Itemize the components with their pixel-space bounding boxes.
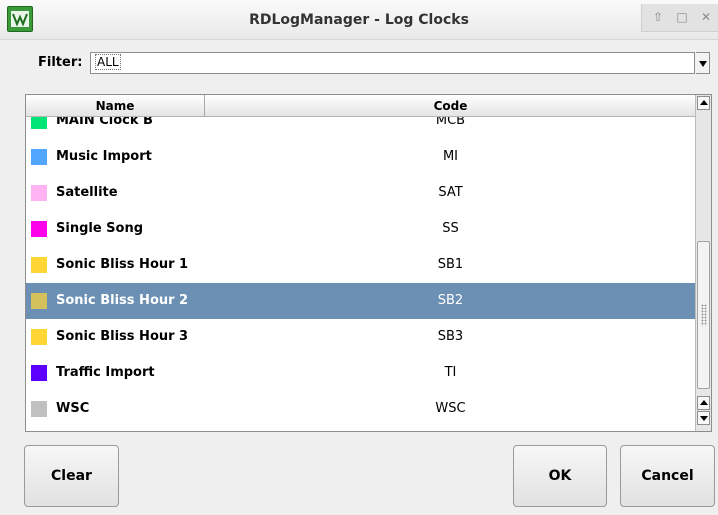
row-code: WSC [435,401,466,416]
color-swatch [31,293,47,309]
table-row[interactable]: Music Import MI [26,139,695,175]
cancel-button[interactable]: Cancel [620,445,715,507]
row-name: Traffic Import [56,365,155,380]
maximize-icon[interactable]: □ [674,9,690,25]
chevron-down-icon[interactable] [696,52,710,74]
color-swatch [31,185,47,201]
title-bar: RDLogManager - Log Clocks ⇧ □ ✕ [0,0,718,40]
row-code: SS [442,221,459,236]
row-name: Music Import [56,149,152,164]
scroll-down-icon[interactable] [697,411,710,425]
table-row[interactable]: Sonic Bliss Hour 2 SB2 [26,283,695,319]
color-swatch [31,149,47,165]
row-name: Sonic Bliss Hour 2 [56,293,189,308]
row-name: Satellite [56,185,118,200]
window-title: RDLogManager - Log Clocks [249,12,469,28]
list-rows: MAIN Clock B MCB Music Import MI Satellite SA… [26,117,695,431]
table-row[interactable]: Single Song SS [26,211,695,247]
filter-select[interactable]: ALL [90,52,695,74]
row-name: MAIN Clock B [56,117,153,128]
color-swatch [31,257,47,273]
scrollbar-thumb[interactable] [697,241,710,389]
row-name: Sonic Bliss Hour 3 [56,329,189,344]
row-code: TI [444,365,457,380]
log-clocks-list: Name Code MAIN Clock B MCB Music Import MI S… [25,94,712,432]
color-swatch [31,401,47,417]
table-row[interactable]: Sonic Bliss Hour 1 SB1 [26,247,695,283]
filter-label: Filter: [38,55,83,70]
scroll-up-icon[interactable] [697,396,710,410]
scroll-up-icon[interactable] [697,96,710,110]
row-code: MCB [435,117,466,128]
color-swatch [31,221,47,237]
row-name: Single Song [56,221,144,236]
row-name: Sonic Bliss Hour 1 [56,257,189,272]
clear-button[interactable]: Clear [24,445,119,507]
row-code: SB3 [437,329,464,344]
window-controls: ⇧ □ ✕ [641,4,718,32]
row-code: MI [442,149,459,164]
column-header-name[interactable]: Name [26,95,205,117]
color-swatch [31,117,47,129]
table-row[interactable]: Satellite SAT [26,175,695,211]
row-code: SAT [438,185,463,200]
table-row[interactable]: MAIN Clock B MCB [26,117,695,139]
filter-value: ALL [95,54,121,70]
row-code: SB2 [437,293,464,308]
ok-button[interactable]: OK [513,445,607,507]
column-header-code[interactable]: Code [206,95,695,117]
table-row[interactable]: Traffic Import TI [26,355,695,391]
row-code: SB1 [437,257,464,272]
row-name: WSC [56,401,90,416]
color-swatch [31,329,47,345]
close-icon[interactable]: ✕ [698,9,714,25]
vertical-scrollbar[interactable] [695,95,711,431]
table-row[interactable]: WSC WSC [26,391,695,427]
table-row[interactable]: Sonic Bliss Hour 3 SB3 [26,319,695,355]
color-swatch [31,365,47,381]
up-arrow-icon[interactable]: ⇧ [650,9,666,25]
list-header: Name Code [26,95,695,117]
